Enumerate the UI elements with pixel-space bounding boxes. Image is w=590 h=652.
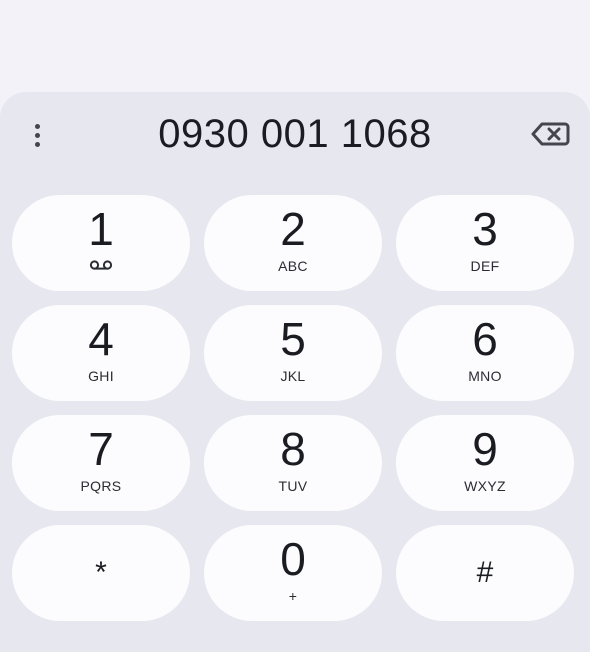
key-letters: MNO (468, 368, 502, 384)
key-letters: DEF (470, 258, 500, 274)
key-hash[interactable]: # (396, 525, 574, 621)
key-letters: + (288, 588, 298, 604)
key-3[interactable]: 3 DEF (396, 195, 574, 291)
key-letters: TUV (278, 478, 308, 494)
more-options-button[interactable] (22, 118, 52, 152)
key-digit: 2 (280, 203, 306, 255)
key-8[interactable]: 8 TUV (204, 415, 382, 511)
key-letters: ABC (278, 258, 308, 274)
key-digit: 4 (88, 313, 114, 365)
key-digit: 7 (88, 423, 114, 475)
key-digit: * (95, 556, 107, 589)
key-0[interactable]: 0 + (204, 525, 382, 621)
top-area (0, 0, 590, 92)
key-digit: # (476, 556, 494, 589)
key-letters: JKL (280, 368, 306, 384)
dialpad-sheet: 0930 001 1068 1 2 ABC 3 DEF 4 GHI 5 JKL … (0, 92, 590, 652)
key-4[interactable]: 4 GHI (12, 305, 190, 401)
dialed-number[interactable]: 0930 001 1068 (90, 106, 500, 162)
key-9[interactable]: 9 WXYZ (396, 415, 574, 511)
key-digit: 9 (472, 423, 498, 475)
key-7[interactable]: 7 PQRS (12, 415, 190, 511)
voicemail-icon (89, 260, 113, 270)
key-letters: GHI (88, 368, 114, 384)
key-digit: 1 (88, 203, 114, 255)
key-6[interactable]: 6 MNO (396, 305, 574, 401)
key-letters: PQRS (80, 478, 122, 494)
key-digit: 8 (280, 423, 306, 475)
key-digit: 3 (472, 203, 498, 255)
backspace-icon (531, 122, 570, 146)
key-5[interactable]: 5 JKL (204, 305, 382, 401)
number-row: 0930 001 1068 (0, 92, 590, 178)
key-2[interactable]: 2 ABC (204, 195, 382, 291)
key-letters: WXYZ (464, 478, 506, 494)
key-digit: 5 (280, 313, 306, 365)
key-1[interactable]: 1 (12, 195, 190, 291)
key-star[interactable]: * (12, 525, 190, 621)
key-digit: 6 (472, 313, 498, 365)
key-digit: 0 (280, 533, 306, 585)
backspace-button[interactable] (530, 118, 570, 150)
more-vertical-icon (34, 123, 40, 129)
